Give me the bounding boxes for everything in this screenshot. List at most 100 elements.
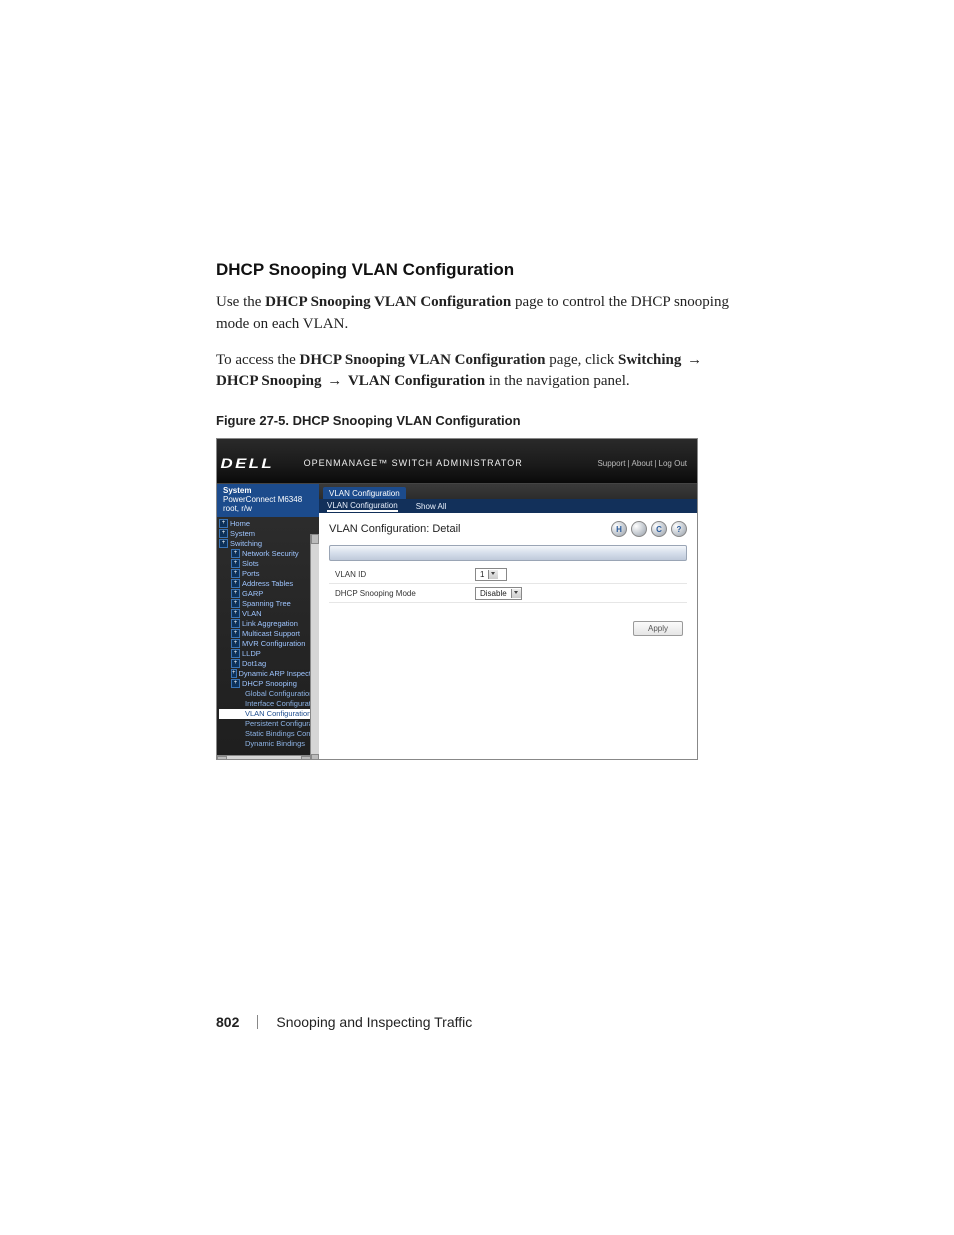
expand-icon[interactable]: + xyxy=(231,559,240,568)
arrow-2: → xyxy=(327,373,342,389)
action-icons: H C ? xyxy=(611,521,687,537)
section-band xyxy=(329,545,687,561)
expand-icon[interactable]: + xyxy=(231,599,240,608)
subtab-vlan-configuration[interactable]: VLAN Configuration xyxy=(327,501,398,512)
expand-icon[interactable]: + xyxy=(231,569,240,578)
nav-item-dot1ag[interactable]: +Dot1ag xyxy=(219,659,319,669)
nav-item-label: Slots xyxy=(242,559,259,568)
user-role: root, r/w xyxy=(223,504,252,513)
nav-item-multicast-support[interactable]: +Multicast Support xyxy=(219,629,319,639)
expand-icon[interactable]: + xyxy=(219,519,228,528)
subtab-show-all[interactable]: Show All xyxy=(416,502,447,511)
nav-item-dynamic-arp-inspection[interactable]: +Dynamic ARP Inspection xyxy=(219,669,319,679)
expand-icon[interactable]: + xyxy=(231,549,240,558)
nav-item-label: VLAN xyxy=(242,609,262,618)
nav-item-vlan-configuration[interactable]: VLAN Configuration xyxy=(219,709,319,719)
link-about[interactable]: About xyxy=(632,459,653,468)
expand-icon[interactable]: + xyxy=(231,579,240,588)
app-header: DELL OPENMANAGE™ SWITCH ADMINISTRATOR Su… xyxy=(217,439,697,484)
link-logout[interactable]: Log Out xyxy=(659,459,687,468)
access-suffix: in the navigation panel. xyxy=(485,373,630,389)
nav-item-home[interactable]: +Home xyxy=(219,519,319,529)
expand-icon[interactable]: + xyxy=(231,619,240,628)
refresh-icon[interactable]: C xyxy=(651,521,667,537)
nav-item-garp[interactable]: +GARP xyxy=(219,589,319,599)
link-support[interactable]: Support xyxy=(597,459,625,468)
save-icon[interactable]: H xyxy=(611,521,627,537)
dell-logo: DELL xyxy=(221,455,274,471)
expand-icon[interactable]: + xyxy=(231,589,240,598)
page-number: 802 xyxy=(216,1014,239,1030)
nav-item-label: Network Security xyxy=(242,549,299,558)
expand-icon[interactable]: + xyxy=(231,659,240,668)
nav-item-label: Ports xyxy=(242,569,260,578)
expand-icon[interactable]: + xyxy=(231,639,240,648)
nav-item-lldp[interactable]: +LLDP xyxy=(219,649,319,659)
horizontal-scrollbar[interactable] xyxy=(217,755,311,760)
nav-item-label: MVR Configuration xyxy=(242,639,305,648)
product-name: OPENMANAGE™ SWITCH ADMINISTRATOR xyxy=(304,458,523,468)
scroll-up-icon[interactable] xyxy=(311,534,319,544)
expand-icon[interactable]: + xyxy=(231,669,237,678)
select-vlan-id[interactable]: 1 xyxy=(475,568,507,581)
scroll-left-icon[interactable] xyxy=(217,756,227,760)
field-vlan-id: VLAN ID 1 xyxy=(329,565,687,584)
arrow-1: → xyxy=(687,352,702,368)
nav-item-ports[interactable]: +Ports xyxy=(219,569,319,579)
nav-item-label: Address Tables xyxy=(242,579,293,588)
nav-item-label: Persistent Configuration xyxy=(245,719,319,728)
expand-icon[interactable]: + xyxy=(231,679,240,688)
intro-bold: DHCP Snooping VLAN Configuration xyxy=(265,294,511,310)
vertical-scrollbar[interactable] xyxy=(310,534,319,760)
system-label: System xyxy=(223,486,251,495)
system-block: System PowerConnect M6348 root, r/w xyxy=(217,484,319,517)
access-bold-2: Switching xyxy=(618,352,681,368)
nav-item-label: GARP xyxy=(242,589,263,598)
chevron-down-icon xyxy=(488,570,498,579)
nav-item-label: DHCP Snooping xyxy=(242,679,297,688)
device-name: PowerConnect M6348 xyxy=(223,495,302,504)
nav-item-label: System xyxy=(230,529,255,538)
intro-paragraph: Use the DHCP Snooping VLAN Configuration… xyxy=(216,292,738,336)
nav-item-system[interactable]: +System xyxy=(219,529,319,539)
chevron-down-icon xyxy=(511,589,521,598)
nav-item-spanning-tree[interactable]: +Spanning Tree xyxy=(219,599,319,609)
help-icon[interactable]: ? xyxy=(671,521,687,537)
nav-item-slots[interactable]: +Slots xyxy=(219,559,319,569)
nav-item-persistent-configuration[interactable]: Persistent Configuration xyxy=(219,719,319,729)
nav-item-address-tables[interactable]: +Address Tables xyxy=(219,579,319,589)
scroll-down-icon[interactable] xyxy=(311,754,319,760)
scroll-right-icon[interactable] xyxy=(301,756,311,760)
nav-item-global-configuration[interactable]: Global Configuration xyxy=(219,689,319,699)
nav-item-label: Dynamic ARP Inspection xyxy=(239,669,319,678)
select-snooping-mode[interactable]: Disable xyxy=(475,587,522,600)
nav-item-label: Home xyxy=(230,519,250,528)
nav-item-switching[interactable]: +Switching xyxy=(219,539,319,549)
nav-item-network-security[interactable]: +Network Security xyxy=(219,549,319,559)
nav-item-interface-configuration[interactable]: Interface Configuration xyxy=(219,699,319,709)
expand-icon[interactable]: + xyxy=(219,529,228,538)
nav-item-link-aggregation[interactable]: +Link Aggregation xyxy=(219,619,319,629)
footer-divider xyxy=(257,1015,258,1029)
nav-item-vlan[interactable]: +VLAN xyxy=(219,609,319,619)
nav-item-dhcp-snooping[interactable]: +DHCP Snooping xyxy=(219,679,319,689)
nav-item-label: Interface Configuration xyxy=(245,699,319,708)
nav-item-static-bindings-configuration[interactable]: Static Bindings Configuration xyxy=(219,729,319,739)
print-icon[interactable] xyxy=(631,521,647,537)
expand-icon[interactable]: + xyxy=(231,649,240,658)
tab-vlan-configuration[interactable]: VLAN Configuration xyxy=(323,487,406,499)
nav-item-mvr-configuration[interactable]: +MVR Configuration xyxy=(219,639,319,649)
expand-icon[interactable]: + xyxy=(231,629,240,638)
nav-item-label: Global Configuration xyxy=(245,689,313,698)
nav-item-label: Dot1ag xyxy=(242,659,266,668)
access-paragraph: To access the DHCP Snooping VLAN Configu… xyxy=(216,350,738,394)
content-area: VLAN Configuration: Detail H C ? VLAN ID… xyxy=(319,513,697,760)
tab-bar: VLAN Configuration VLAN Configuration Sh… xyxy=(319,484,697,513)
nav-item-dynamic-bindings[interactable]: Dynamic Bindings xyxy=(219,739,319,749)
select-vlan-id-value: 1 xyxy=(480,570,484,579)
expand-icon[interactable]: + xyxy=(231,609,240,618)
apply-button[interactable]: Apply xyxy=(633,621,683,636)
expand-icon[interactable]: + xyxy=(219,539,228,548)
nav-sidebar: System PowerConnect M6348 root, r/w +Hom… xyxy=(217,484,319,760)
access-prefix: To access the xyxy=(216,352,300,368)
